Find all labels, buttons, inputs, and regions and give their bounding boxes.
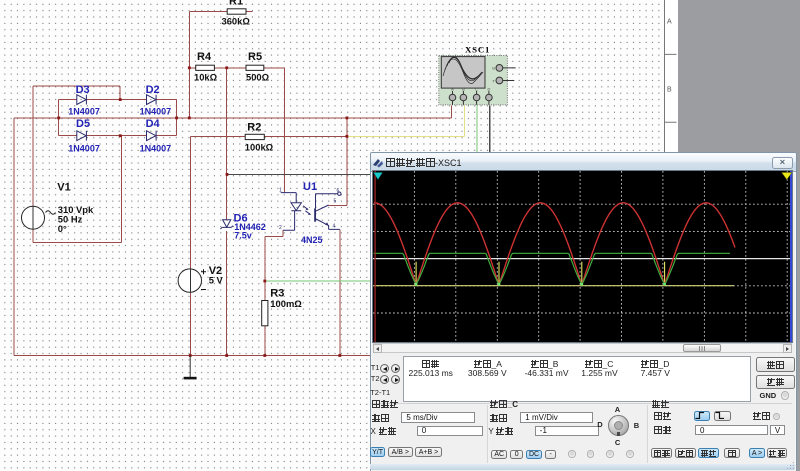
svg-text:500Ω: 500Ω (246, 72, 270, 83)
svg-text:R4: R4 (197, 51, 212, 63)
svg-text:D3: D3 (76, 84, 90, 96)
svg-text:100kΩ: 100kΩ (245, 142, 274, 153)
svg-text:100mΩ: 100mΩ (270, 298, 302, 309)
svg-text:C: C (475, 87, 478, 92)
svg-text:D5: D5 (76, 118, 90, 130)
svg-text:A: A (451, 87, 454, 92)
svg-text:6: 6 (337, 188, 340, 194)
svg-text:B: B (462, 87, 465, 92)
svg-text:R2: R2 (247, 122, 261, 134)
svg-text:1N4007: 1N4007 (140, 144, 172, 154)
svg-text:1N4007: 1N4007 (68, 106, 100, 116)
svg-text:V1: V1 (57, 182, 70, 194)
svg-text:0°: 0° (58, 223, 67, 234)
svg-text:XSC1: XSC1 (465, 44, 490, 54)
svg-text:4: 4 (333, 224, 336, 230)
svg-text:B: B (667, 87, 672, 94)
svg-text:4N25: 4N25 (301, 235, 323, 245)
svg-text:R5: R5 (248, 51, 262, 63)
svg-text:R1: R1 (229, 0, 243, 8)
svg-text:5: 5 (334, 199, 337, 205)
svg-text:G: G (492, 66, 495, 71)
svg-text:5 V: 5 V (209, 275, 224, 286)
svg-text:D: D (487, 87, 490, 92)
svg-text:360kΩ: 360kΩ (222, 15, 251, 26)
svg-text:U1: U1 (303, 181, 317, 193)
svg-text:1: 1 (279, 188, 282, 194)
svg-text:D2: D2 (146, 84, 160, 96)
svg-text:D4: D4 (146, 118, 161, 130)
svg-text:10kΩ: 10kΩ (194, 72, 218, 83)
svg-text:A: A (667, 19, 672, 26)
svg-text:1N4007: 1N4007 (140, 106, 172, 116)
svg-text:1N4007: 1N4007 (68, 144, 100, 154)
svg-text:2: 2 (279, 225, 282, 231)
svg-text:7.5v: 7.5v (234, 231, 252, 241)
